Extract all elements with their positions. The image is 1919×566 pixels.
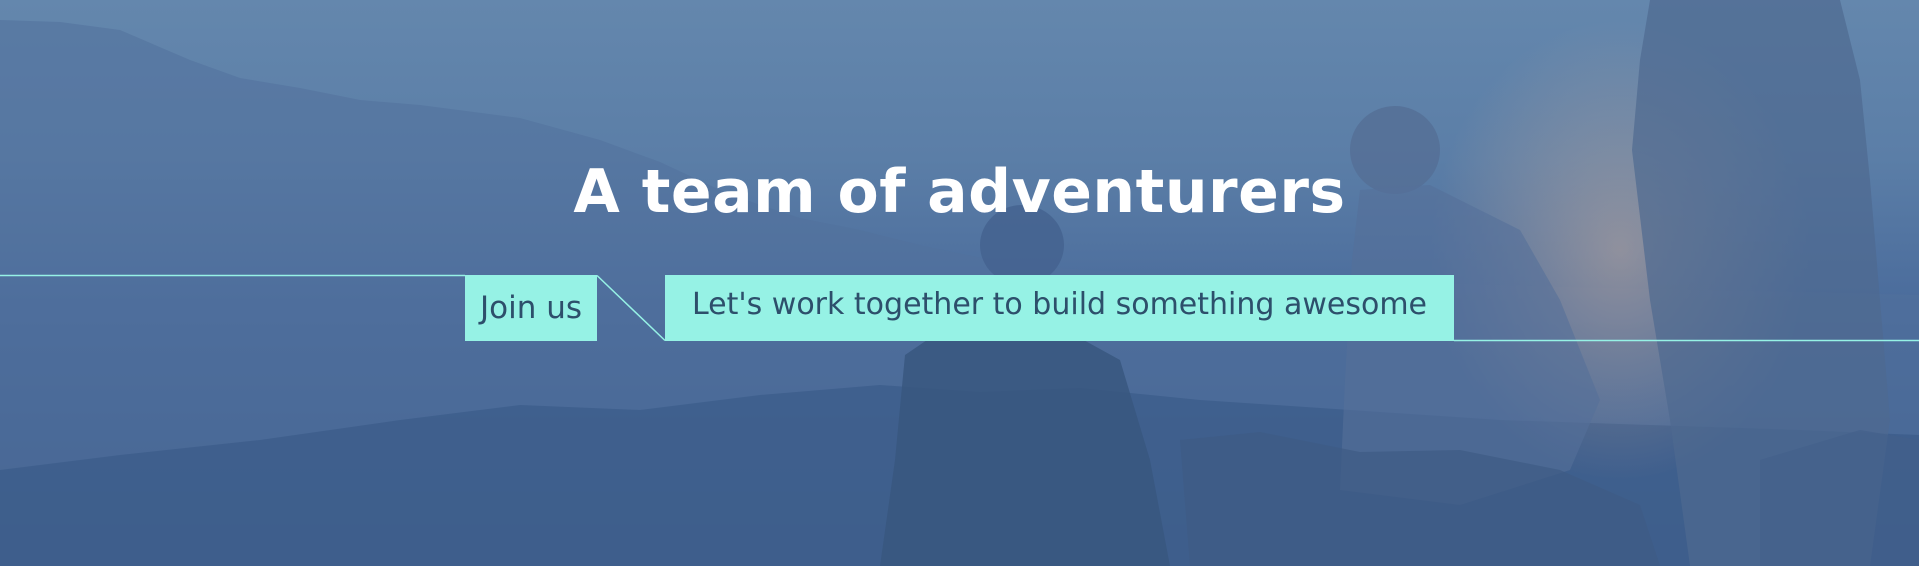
- join-us-button[interactable]: Join us: [465, 275, 597, 341]
- hero-headline: A team of adventurers: [573, 157, 1346, 227]
- hero-banner: A team of adventurers Join us Let's work…: [0, 0, 1919, 566]
- hero-tagline: Let's work together to build something a…: [665, 275, 1454, 341]
